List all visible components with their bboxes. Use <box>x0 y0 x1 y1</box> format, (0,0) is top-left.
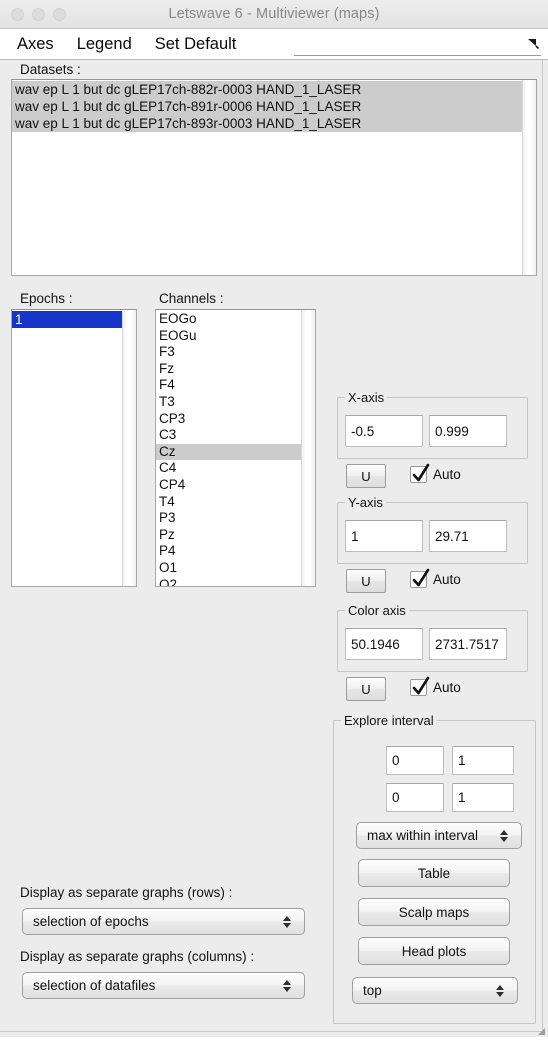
datasets-items: wav ep L 1 but dc gLEP17ch-882r-0003 HAN… <box>12 80 522 275</box>
channels-label: Channels : <box>159 291 224 306</box>
x-axis-group-title: X-axis <box>345 390 388 405</box>
resize-grip[interactable] <box>534 1023 546 1035</box>
display-rows-label: Display as separate graphs (rows) : <box>20 885 233 900</box>
table-button[interactable]: Table <box>358 859 510 887</box>
list-item[interactable]: wav ep L 1 but dc gLEP17ch-891r-0006 HAN… <box>12 98 522 115</box>
list-item[interactable]: F4 <box>156 377 301 394</box>
display-rows-value: selection of epochs <box>33 914 149 929</box>
close-button[interactable] <box>11 7 24 21</box>
stepper-arrows-icon[interactable] <box>495 829 513 842</box>
y-axis-max-input[interactable]: 29.71 <box>429 520 507 552</box>
epochs-items: 1 <box>12 310 122 586</box>
list-item[interactable]: O1 <box>156 560 301 577</box>
epochs-listbox[interactable]: 1 <box>11 309 137 587</box>
view-select-value: top <box>363 983 382 998</box>
list-item[interactable]: C3 <box>156 427 301 444</box>
menu-legend[interactable]: Legend <box>70 34 139 54</box>
explore-interval-group-title: Explore interval <box>341 713 437 728</box>
main-content: Datasets : wav ep L 1 but dc gLEP17ch-88… <box>0 60 548 1037</box>
epochs-label: Epochs : <box>20 291 73 306</box>
stepper-arrows-icon[interactable] <box>491 984 509 997</box>
x-axis-max-input[interactable]: 0.999 <box>429 415 507 447</box>
list-item[interactable]: Cz <box>156 443 301 461</box>
checkbox-box[interactable] <box>410 568 430 588</box>
window-titlebar: Letswave 6 - Multiviewer (maps) <box>0 0 548 29</box>
window-title: Letswave 6 - Multiviewer (maps) <box>168 6 380 22</box>
epochs-scrollbar[interactable] <box>122 310 136 586</box>
color-axis-update-button[interactable]: U <box>346 677 386 701</box>
color-axis-auto-checkbox[interactable]: Auto <box>410 676 461 696</box>
list-item[interactable]: EOGu <box>156 328 301 345</box>
check-icon <box>412 568 430 587</box>
list-item[interactable]: P3 <box>156 510 301 527</box>
menu-bar-rule <box>294 55 541 56</box>
list-item[interactable]: F3 <box>156 344 301 361</box>
check-icon <box>412 463 430 482</box>
list-item[interactable]: Fz <box>156 361 301 378</box>
measure-select[interactable]: max within interval <box>356 822 522 849</box>
arrow-down-right-icon[interactable] <box>526 36 540 50</box>
list-item[interactable]: EOGo <box>156 311 301 328</box>
datasets-scrollbar[interactable] <box>522 80 536 275</box>
checkbox-box[interactable] <box>410 463 430 483</box>
view-select[interactable]: top <box>352 977 518 1004</box>
list-item[interactable]: T4 <box>156 494 301 511</box>
explore-row2-from-input[interactable]: 0 <box>386 783 444 812</box>
channels-listbox[interactable]: EOGo EOGu F3 Fz F4 T3 CP3 C3 Cz C4 CP4 T… <box>155 309 316 587</box>
x-axis-update-button[interactable]: U <box>346 464 386 488</box>
zoom-button[interactable] <box>53 7 66 21</box>
measure-select-value: max within interval <box>367 828 479 843</box>
list-item[interactable]: wav ep L 1 but dc gLEP17ch-893r-0003 HAN… <box>12 115 522 132</box>
menu-axes[interactable]: Axes <box>10 34 61 54</box>
explore-row1-from-input[interactable]: 0 <box>386 746 444 775</box>
color-axis-group-title: Color axis <box>345 603 409 618</box>
application-window: Letswave 6 - Multiviewer (maps) Axes Leg… <box>0 0 548 1037</box>
list-item[interactable]: CP3 <box>156 411 301 428</box>
datasets-listbox[interactable]: wav ep L 1 but dc gLEP17ch-882r-0003 HAN… <box>11 79 537 276</box>
scalp-maps-button[interactable]: Scalp maps <box>358 898 510 926</box>
list-item[interactable]: Pz <box>156 527 301 544</box>
list-item[interactable]: wav ep L 1 but dc gLEP17ch-882r-0003 HAN… <box>12 81 522 98</box>
menu-bar: Axes Legend Set Default <box>0 29 548 60</box>
x-axis-auto-label: Auto <box>433 467 461 482</box>
list-item[interactable]: O2 <box>156 577 301 587</box>
color-axis-min-input[interactable]: 50.1946 <box>345 628 423 660</box>
color-axis-max-input[interactable]: 2731.7517 <box>429 628 507 660</box>
window-controls <box>11 7 66 21</box>
explore-row1-to-input[interactable]: 1 <box>452 746 514 775</box>
stepper-arrows-icon[interactable] <box>278 979 296 992</box>
menu-set-default[interactable]: Set Default <box>148 34 244 54</box>
y-axis-auto-label: Auto <box>433 572 461 587</box>
explore-row2-to-input[interactable]: 1 <box>452 783 514 812</box>
checkbox-box[interactable] <box>410 676 430 696</box>
y-axis-min-input[interactable]: 1 <box>345 520 423 552</box>
y-axis-update-button[interactable]: U <box>346 569 386 593</box>
color-axis-auto-label: Auto <box>433 680 461 695</box>
x-axis-auto-checkbox[interactable]: Auto <box>410 463 461 483</box>
list-item[interactable]: C4 <box>156 460 301 477</box>
display-columns-value: selection of datafiles <box>33 978 156 993</box>
minimize-button[interactable] <box>32 7 45 21</box>
list-item[interactable]: P4 <box>156 543 301 560</box>
display-columns-label: Display as separate graphs (columns) : <box>20 949 255 964</box>
x-axis-min-input[interactable]: -0.5 <box>345 415 423 447</box>
display-columns-select[interactable]: selection of datafiles <box>22 972 305 999</box>
channels-scrollbar[interactable] <box>301 310 315 586</box>
list-item[interactable]: 1 <box>12 311 122 328</box>
y-axis-group-title: Y-axis <box>345 495 386 510</box>
list-item[interactable]: T3 <box>156 394 301 411</box>
list-item[interactable]: CP4 <box>156 477 301 494</box>
channels-items: EOGo EOGu F3 Fz F4 T3 CP3 C3 Cz C4 CP4 T… <box>156 310 301 586</box>
stepper-arrows-icon[interactable] <box>278 915 296 928</box>
datasets-label: Datasets : <box>20 62 81 77</box>
head-plots-button[interactable]: Head plots <box>358 937 510 965</box>
y-axis-auto-checkbox[interactable]: Auto <box>410 568 461 588</box>
display-rows-select[interactable]: selection of epochs <box>22 908 305 935</box>
check-icon <box>412 676 430 695</box>
